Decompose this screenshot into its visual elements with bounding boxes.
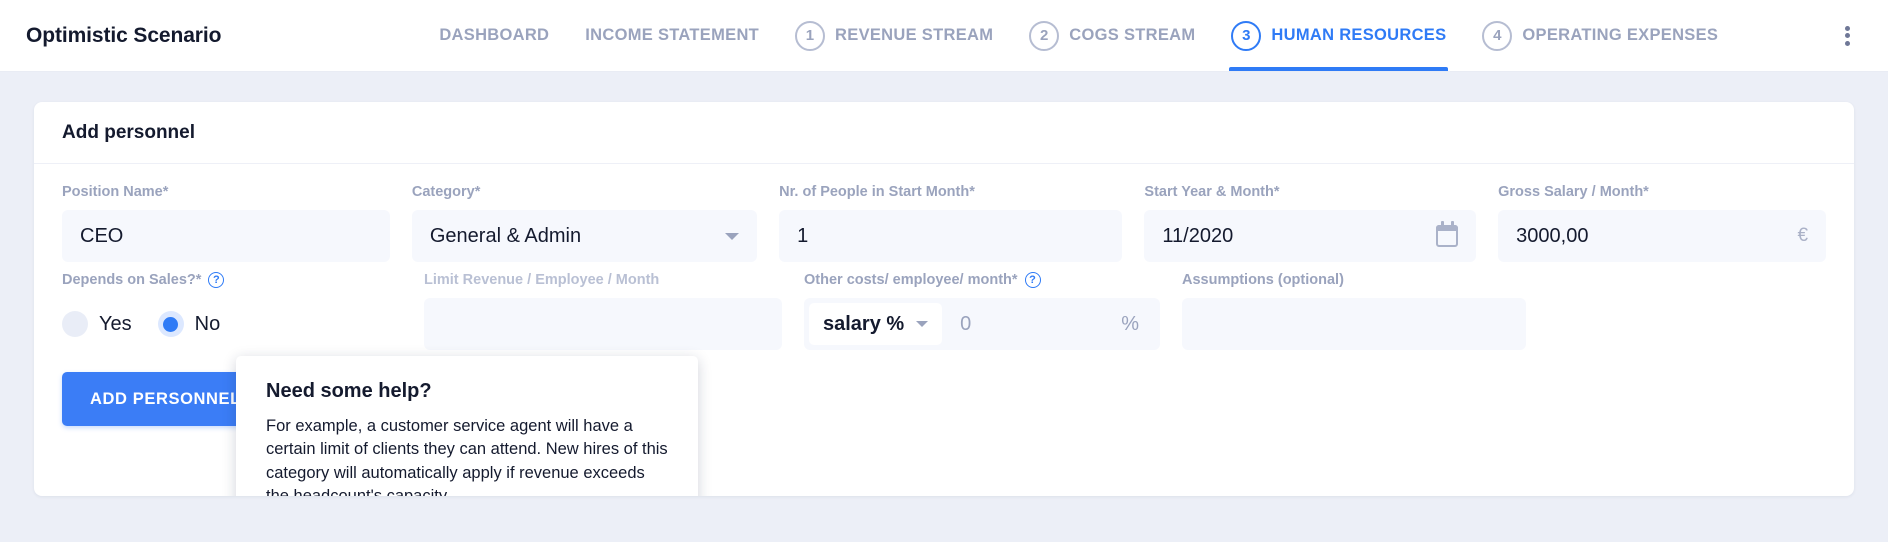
- tab-income-statement[interactable]: INCOME STATEMENT: [567, 0, 777, 71]
- chevron-down-icon: [916, 321, 929, 327]
- card-header: Add personnel: [34, 102, 1854, 164]
- help-circle-icon[interactable]: ?: [208, 272, 225, 288]
- kebab-menu-icon[interactable]: [1836, 23, 1858, 49]
- field-position-name: Position Name* CEO: [62, 184, 390, 262]
- tooltip-body: For example, a customer service agent wi…: [266, 417, 668, 496]
- tab-cogs-stream[interactable]: 2 COGS STREAM: [1011, 0, 1213, 71]
- tab-number-badge: 2: [1029, 20, 1060, 51]
- chevron-down-icon: [725, 232, 740, 240]
- start-year-month-input[interactable]: 11/2020: [1144, 210, 1477, 262]
- tab-label: HUMAN RESOURCES: [1271, 26, 1447, 44]
- tab-number-badge: 4: [1482, 20, 1513, 51]
- tab-label: DASHBOARD: [439, 26, 550, 44]
- euro-currency-icon: €: [1797, 225, 1809, 246]
- limit-revenue-input[interactable]: [424, 298, 782, 350]
- tab-label: COGS STREAM: [1069, 26, 1196, 44]
- field-depends-on-sales: Depends on Sales?* ? Yes No: [62, 272, 402, 350]
- other-costs-control: salary % 0 %: [804, 298, 1160, 350]
- field-start-year-month: Start Year & Month* 11/2020: [1144, 184, 1477, 262]
- label-start-year-month: Start Year & Month*: [1144, 184, 1280, 200]
- label-limit-revenue: Limit Revenue / Employee / Month: [424, 272, 660, 288]
- radio-label: No: [194, 312, 221, 335]
- position-name-value: CEO: [80, 224, 124, 247]
- tab-label: REVENUE STREAM: [835, 26, 994, 44]
- radio-depends-yes[interactable]: Yes: [62, 311, 132, 337]
- start-year-month-value: 11/2020: [1162, 224, 1234, 247]
- radio-label: Yes: [99, 312, 132, 335]
- category-value: General & Admin: [429, 224, 582, 247]
- radio-dot: [62, 311, 88, 337]
- tab-human-resources[interactable]: 3 HUMAN RESOURCES: [1213, 0, 1464, 71]
- form-row-2: Depends on Sales?* ? Yes No Limit Revenu…: [62, 272, 1826, 350]
- add-personnel-form: Position Name* CEO Category* General & A…: [34, 164, 1854, 350]
- label-gross-salary: Gross Salary / Month*: [1498, 184, 1649, 200]
- tab-operating-expenses[interactable]: 4 OPERATING EXPENSES: [1464, 0, 1736, 71]
- page-body: Add personnel Position Name* CEO Categor…: [0, 72, 1888, 542]
- help-tooltip-popover: Need some help? For example, a customer …: [236, 356, 698, 496]
- other-costs-amount-input[interactable]: 0: [942, 313, 1121, 336]
- field-nr-people: Nr. of People in Start Month* 1: [779, 184, 1123, 262]
- tab-label: INCOME STATEMENT: [585, 26, 760, 44]
- other-costs-mode-select[interactable]: salary %: [809, 303, 943, 345]
- tab-dashboard[interactable]: DASHBOARD: [421, 0, 567, 71]
- percent-unit-label: %: [1121, 312, 1139, 335]
- tab-label: OPERATING EXPENSES: [1522, 26, 1719, 44]
- gross-salary-input[interactable]: 3000,00 €: [1498, 210, 1827, 262]
- field-other-costs: Other costs/ employee/ month* ? salary %…: [804, 272, 1160, 350]
- page-title: Optimistic Scenario: [26, 23, 222, 47]
- field-gross-salary: Gross Salary / Month* 3000,00 €: [1498, 184, 1827, 262]
- nr-people-input[interactable]: 1: [779, 210, 1123, 262]
- label-assumptions: Assumptions (optional): [1182, 272, 1344, 288]
- position-name-input[interactable]: CEO: [62, 210, 390, 262]
- radio-depends-no[interactable]: No: [157, 311, 221, 337]
- label-depends-on-sales: Depends on Sales?* ?: [62, 272, 402, 288]
- gross-salary-value: 3000,00: [1516, 224, 1589, 247]
- label-text: Depends on Sales?*: [62, 272, 202, 288]
- tooltip-title: Need some help?: [266, 380, 432, 402]
- label-category: Category*: [411, 184, 481, 200]
- tab-revenue-stream[interactable]: 1 REVENUE STREAM: [777, 0, 1011, 71]
- label-text: Other costs/ employee/ month*: [804, 272, 1018, 288]
- nr-people-value: 1: [797, 224, 809, 247]
- tab-number-badge: 3: [1231, 20, 1262, 51]
- label-position-name: Position Name*: [62, 184, 169, 200]
- help-circle-icon[interactable]: ?: [1024, 272, 1041, 288]
- app-header: Optimistic Scenario DASHBOARD INCOME STA…: [0, 0, 1888, 72]
- form-row-1: Position Name* CEO Category* General & A…: [62, 184, 1827, 262]
- field-category: Category* General & Admin: [411, 184, 758, 262]
- radio-dot: [157, 311, 184, 337]
- assumptions-input[interactable]: [1182, 298, 1526, 350]
- main-nav: DASHBOARD INCOME STATEMENT 1 REVENUE STR…: [421, 0, 1736, 71]
- field-assumptions: Assumptions (optional): [1182, 272, 1526, 350]
- label-other-costs: Other costs/ employee/ month* ?: [804, 272, 1160, 288]
- calendar-icon[interactable]: [1436, 221, 1459, 247]
- category-select[interactable]: General & Admin: [411, 210, 758, 262]
- card-title: Add personnel: [62, 121, 196, 143]
- label-nr-people: Nr. of People in Start Month*: [779, 184, 975, 200]
- other-costs-mode-value: salary %: [823, 312, 905, 335]
- field-limit-revenue: Limit Revenue / Employee / Month: [424, 272, 782, 350]
- add-personnel-card: Add personnel Position Name* CEO Categor…: [34, 102, 1854, 496]
- depends-on-sales-radio-group: Yes No: [62, 298, 402, 350]
- tab-number-badge: 1: [795, 20, 826, 51]
